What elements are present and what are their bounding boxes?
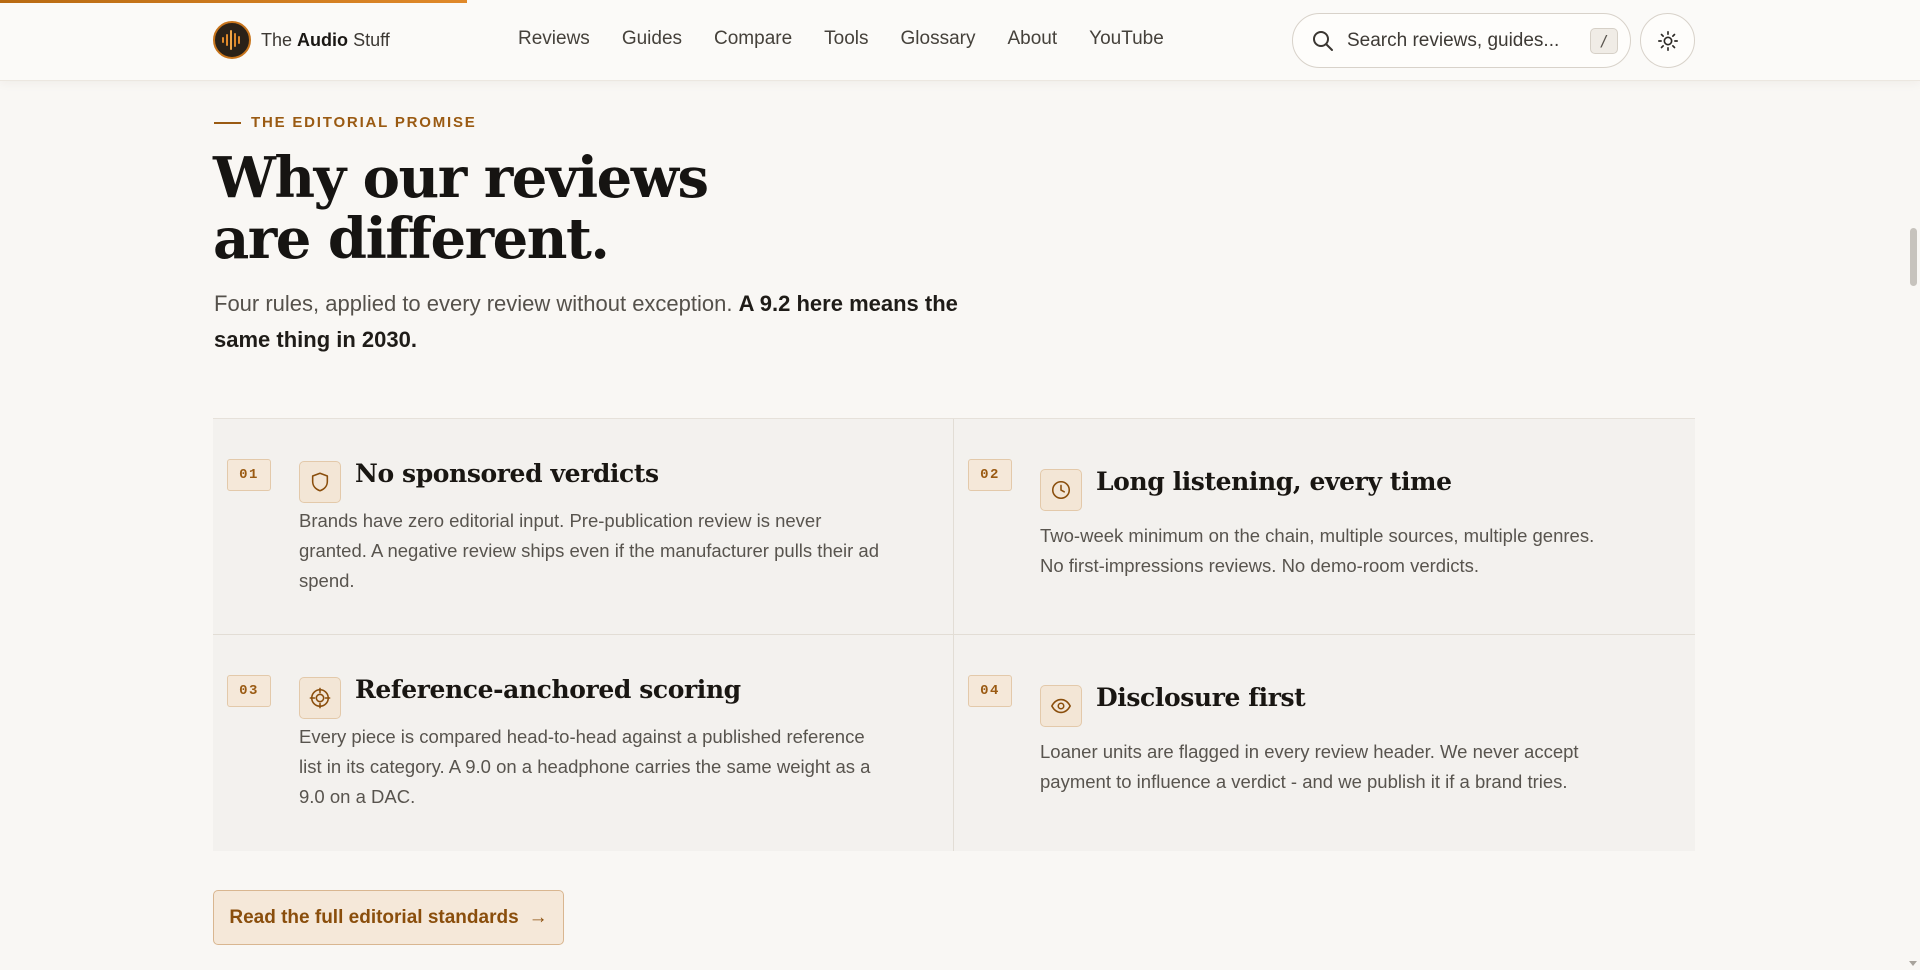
rule-card: 01 No sponsored verdicts Brands have zer… — [213, 419, 954, 635]
intro-text: Four rules, applied to every review with… — [214, 291, 733, 316]
page-scrollbar[interactable] — [1906, 0, 1920, 970]
nav-compare[interactable]: Compare — [714, 28, 792, 50]
rule-body: Loaner units are flagged in every review… — [1040, 741, 1579, 792]
section-title: Why our reviews are different. — [213, 145, 709, 272]
rule-title: Reference-anchored scoring — [355, 675, 741, 704]
rule-number: 03 — [227, 675, 271, 707]
search-input[interactable]: Search reviews, guides... / — [1292, 13, 1631, 68]
eyebrow-label: THE EDITORIAL PROMISE — [251, 114, 477, 131]
nav-tools[interactable]: Tools — [824, 28, 868, 50]
clock-icon — [1040, 469, 1082, 511]
search-placeholder: Search reviews, guides... — [1347, 29, 1560, 51]
eye-icon — [1040, 685, 1082, 727]
nav-youtube[interactable]: YouTube — [1089, 28, 1164, 50]
nav-glossary[interactable]: Glossary — [901, 28, 976, 50]
site-header: The Audio Stuff Reviews Guides Compare T… — [0, 0, 1920, 81]
nav-reviews[interactable]: Reviews — [518, 28, 590, 50]
logo-wordmark: The Audio Stuff — [261, 29, 390, 50]
editorial-standards-button[interactable]: Read the full editorial standards → — [213, 890, 564, 945]
nav-about[interactable]: About — [1008, 28, 1058, 50]
search-shortcut-key: / — [1590, 27, 1618, 54]
search-icon — [1313, 30, 1333, 51]
rules-grid: 01 No sponsored verdicts Brands have zer… — [213, 418, 1695, 851]
rule-title: Disclosure first — [1096, 683, 1306, 712]
reading-progress-bar — [0, 0, 467, 3]
rule-body: Brands have zero editorial input. Pre-pu… — [299, 510, 880, 591]
rule-card: 02 Long listening, every time Two-week m… — [954, 419, 1695, 635]
eyebrow-rule — [214, 121, 241, 124]
main-nav: Reviews Guides Compare Tools Glossary Ab… — [518, 28, 1164, 50]
waveform-logo-icon — [213, 21, 251, 59]
rule-number: 01 — [227, 459, 271, 491]
section-title-line-2: are different. — [213, 206, 610, 272]
arrow-right-icon: → — [528, 906, 548, 928]
rule-body: Every piece is compared head-to-head aga… — [299, 726, 871, 807]
section-eyebrow: THE EDITORIAL PROMISE — [214, 114, 477, 131]
rule-title: Long listening, every time — [1096, 467, 1452, 496]
rule-title: No sponsored verdicts — [355, 459, 659, 488]
section-intro: Four rules, applied to every review with… — [214, 286, 1004, 358]
theme-toggle-button[interactable] — [1640, 13, 1695, 68]
section-title-line-1: Why our reviews — [213, 145, 709, 211]
rule-card: 04 Disclosure first Loaner units are fla… — [954, 635, 1695, 851]
rule-card: 03 Reference-anchored scoring Every piec… — [213, 635, 954, 851]
rule-number: 02 — [968, 459, 1012, 491]
sun-icon — [1657, 30, 1678, 51]
nav-guides[interactable]: Guides — [622, 28, 682, 50]
cta-label: Read the full editorial standards — [229, 906, 519, 928]
scroll-thumb[interactable] — [1910, 228, 1917, 286]
target-icon — [299, 677, 341, 719]
shield-icon — [299, 461, 341, 503]
scroll-down-icon[interactable] — [1909, 961, 1917, 966]
rule-body: Two-week minimum on the chain, multiple … — [1040, 525, 1595, 576]
rule-number: 04 — [968, 675, 1012, 707]
site-logo[interactable]: The Audio Stuff — [213, 20, 390, 60]
